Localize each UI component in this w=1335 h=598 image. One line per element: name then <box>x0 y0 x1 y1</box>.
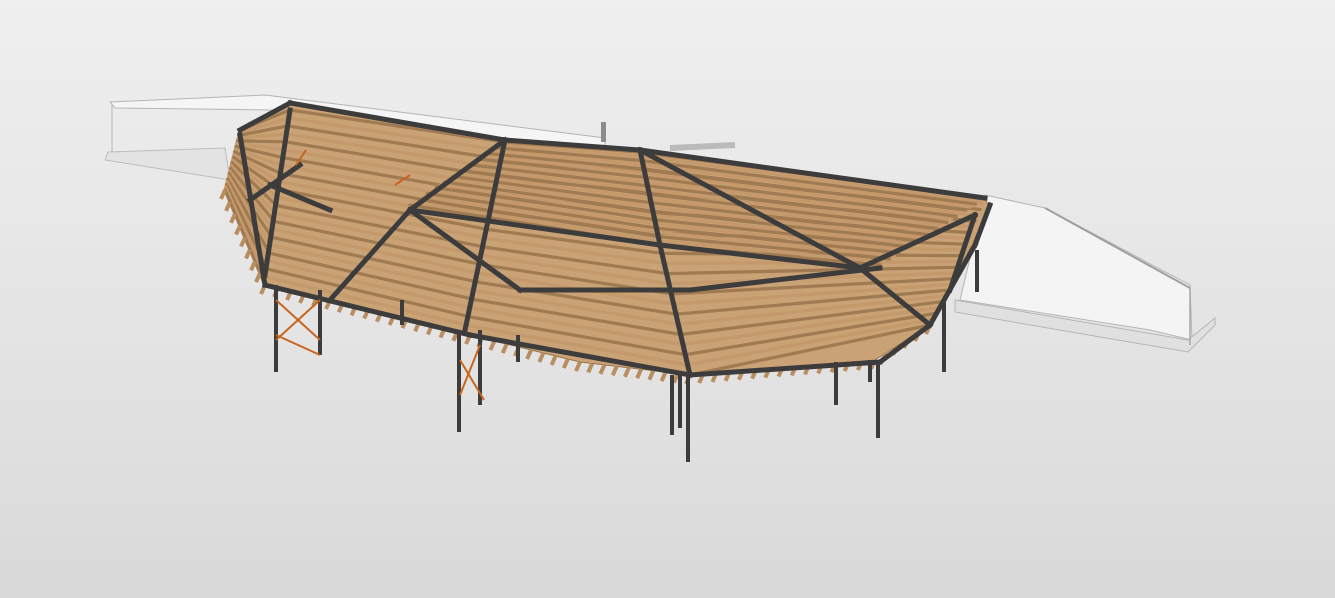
rafter-tail <box>229 212 237 224</box>
rafter-tail <box>659 371 668 382</box>
rafter-tail <box>219 189 227 200</box>
vent-stack <box>601 122 606 142</box>
rafter-tail <box>635 368 643 380</box>
rafter-tail <box>500 343 509 354</box>
roof-plank <box>235 139 288 144</box>
rafter-tail <box>244 248 252 260</box>
3d-viewport[interactable] <box>0 0 1335 598</box>
rafter-tail <box>224 201 232 212</box>
rafter-tail <box>234 224 242 236</box>
rafter-tail <box>586 362 595 374</box>
rafter-tail <box>254 272 262 283</box>
rafter-tail <box>561 358 570 369</box>
rafter-tail <box>249 260 257 272</box>
rafter-tail <box>488 340 497 351</box>
rafter-tail <box>537 352 546 363</box>
rafter-tail <box>549 355 558 366</box>
rafter-tail <box>610 365 619 377</box>
rafter-tail <box>574 361 582 372</box>
rafter-tail <box>623 366 631 378</box>
rafter-tail <box>647 369 656 381</box>
rafter-tail <box>239 236 247 248</box>
structural-model-view[interactable] <box>0 0 1335 598</box>
rafter-tail <box>525 349 533 360</box>
bracing-member <box>275 334 321 356</box>
rafter-tail <box>598 364 607 375</box>
